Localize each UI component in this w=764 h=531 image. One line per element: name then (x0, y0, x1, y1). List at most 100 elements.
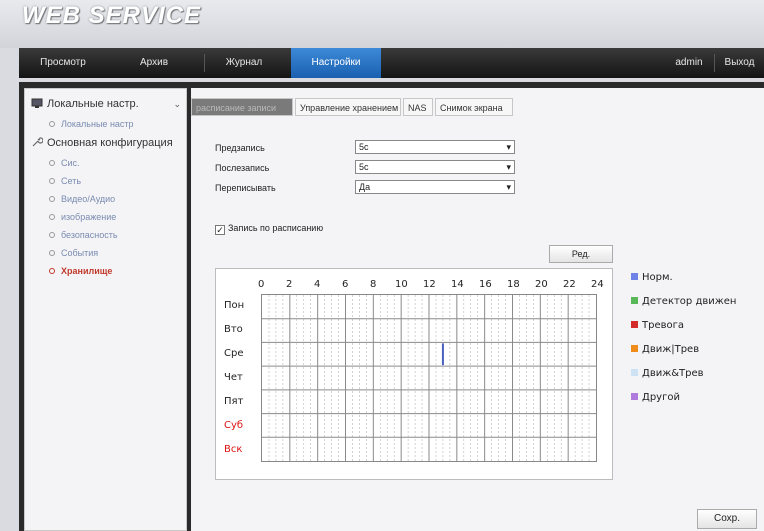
postrecord-row: Послезапись 5с ▾ (215, 160, 515, 174)
sidebar-item-storage[interactable]: Хранилище (49, 266, 112, 276)
main-area: Локальные настр. ⌄ Локальные настр Основ… (19, 82, 764, 531)
bullet-icon (49, 160, 55, 166)
bullet-icon (49, 121, 55, 127)
prerecord-select[interactable]: 5с ▾ (355, 140, 515, 154)
sidebar-item-label: Локальные настр (61, 119, 134, 129)
monitor-icon (31, 97, 43, 109)
bullet-icon (49, 250, 55, 256)
sidebar-local-settings[interactable]: Локальные настр. ⌄ (31, 97, 181, 110)
legend-item: Норм. (631, 272, 673, 283)
logout-button[interactable]: Выход (717, 48, 762, 78)
overwrite-row: Переписывать Да ▾ (215, 180, 515, 194)
day-label: Пон (224, 300, 245, 311)
header-bar: WEB SERVICE (0, 0, 764, 48)
nav-separator (714, 54, 715, 72)
chevron-down-icon: ⌄ (173, 99, 181, 109)
legend-item: Тревога (631, 320, 684, 331)
hour-label: 20 (535, 279, 548, 290)
legend-label: Детектор движен (642, 296, 737, 307)
hour-label: 6 (342, 279, 349, 290)
bullet-icon (49, 178, 55, 184)
bullet-icon (49, 196, 55, 202)
hour-label: 2 (286, 279, 293, 290)
sidebar-item-label: изображение (61, 212, 117, 222)
sidebar: Локальные настр. ⌄ Локальные настр Основ… (24, 88, 187, 531)
schedule-grid-panel: 0 2 4 6 8 10 12 14 16 18 20 22 24 Пон Вто Сре Чет Пят Суб В… (215, 268, 613, 480)
overwrite-value: Да (359, 182, 371, 192)
schedule-grid[interactable] (261, 294, 597, 462)
legend-label: Движ|Трев (642, 344, 700, 355)
hour-label: 10 (395, 279, 408, 290)
content-panel: расписание записи Управление хранением N… (191, 88, 764, 531)
sidebar-item-local-settings[interactable]: Локальные настр (49, 119, 134, 129)
legend-item: Движ|Трев (631, 344, 699, 355)
schedule-checkbox-row: ✓ Запись по расписанию (215, 223, 323, 235)
legend-swatch (631, 345, 638, 352)
postrecord-select[interactable]: 5с ▾ (355, 160, 515, 174)
top-nav: Просмотр Архив Журнал Настройки admin Вы… (19, 48, 764, 78)
prerecord-row: Предзапись 5с ▾ (215, 140, 515, 154)
prerecord-value: 5с (359, 142, 369, 152)
chevron-down-icon: ▾ (506, 162, 511, 172)
day-label: Сре (224, 348, 244, 359)
sidebar-main-config[interactable]: Основная конфигурация (31, 136, 173, 149)
user-name: admin (675, 57, 703, 68)
grid-lines (262, 295, 596, 461)
chevron-down-icon: ▾ (506, 182, 511, 192)
sidebar-item-label: Хранилище (61, 266, 113, 276)
hour-label: 16 (479, 279, 492, 290)
hour-label: 24 (591, 279, 604, 290)
hour-label: 12 (423, 279, 436, 290)
sidebar-item-events[interactable]: События (49, 248, 98, 258)
nav-separator (204, 54, 205, 72)
day-label: Вск (224, 444, 243, 455)
bullet-icon (49, 214, 55, 220)
hour-label: 4 (314, 279, 321, 290)
day-label: Суб (224, 420, 244, 431)
tab-snapshot[interactable]: Снимок экрана (435, 98, 513, 116)
chevron-down-icon: ▾ (506, 142, 511, 152)
sidebar-item-image[interactable]: изображение (49, 212, 116, 222)
tab-storage-management[interactable]: Управление хранением (295, 98, 401, 116)
bullet-icon (49, 268, 55, 274)
sidebar-item-system[interactable]: Сис. (49, 158, 80, 168)
legend-item: Движ&Трев (631, 368, 704, 379)
hour-label: 0 (258, 279, 265, 290)
sidebar-item-video-audio[interactable]: Видео/Аудио (49, 194, 115, 204)
postrecord-value: 5с (359, 162, 369, 172)
legend-swatch (631, 369, 638, 376)
overwrite-label: Переписывать (215, 183, 276, 193)
legend-swatch (631, 321, 638, 328)
save-button[interactable]: Сохр. (697, 509, 757, 529)
edit-button[interactable]: Ред. (549, 245, 613, 263)
legend-item: Другой (631, 392, 680, 403)
schedule-checkbox[interactable]: ✓ (215, 225, 225, 235)
hour-label: 18 (507, 279, 520, 290)
postrecord-label: Послезапись (215, 163, 270, 173)
nav-view[interactable]: Просмотр (33, 48, 93, 78)
sidebar-item-label: Видео/Аудио (61, 194, 116, 204)
legend-swatch (631, 273, 638, 280)
nav-log[interactable]: Журнал (214, 48, 274, 78)
tab-record-schedule[interactable]: расписание записи (191, 98, 293, 116)
legend-label: Тревога (642, 320, 685, 331)
hour-label: 14 (451, 279, 464, 290)
prerecord-label: Предзапись (215, 143, 265, 153)
nav-settings[interactable]: Настройки (291, 48, 381, 78)
nav-archive[interactable]: Архив (129, 48, 179, 78)
sidebar-item-security[interactable]: безопасность (49, 230, 118, 240)
day-label: Пят (224, 396, 244, 407)
legend-swatch (631, 393, 638, 400)
overwrite-select[interactable]: Да ▾ (355, 180, 515, 194)
day-label: Вто (224, 324, 243, 335)
sidebar-item-label: безопасность (61, 230, 118, 240)
legend-swatch (631, 297, 638, 304)
legend-label: Движ&Трев (642, 368, 704, 379)
legend-label: Норм. (642, 272, 673, 283)
sidebar-item-label: События (61, 248, 99, 258)
day-label: Чет (224, 372, 243, 383)
sidebar-item-label: Сеть (61, 176, 82, 186)
sidebar-item-network[interactable]: Сеть (49, 176, 81, 186)
tab-nas[interactable]: NAS (403, 98, 433, 116)
wrench-icon (31, 136, 44, 148)
